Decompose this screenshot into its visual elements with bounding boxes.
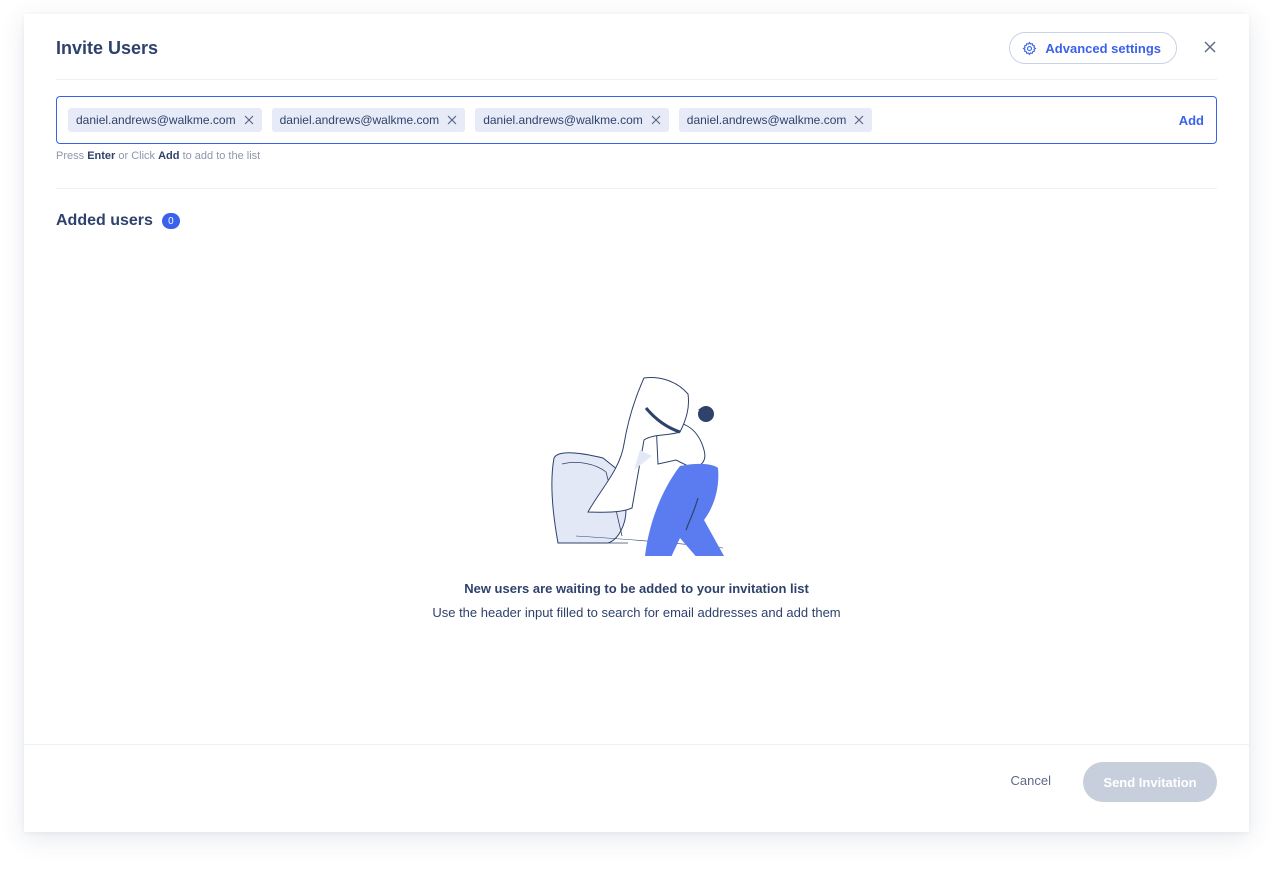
input-hint: Press Enter or Click Add to add to the l… <box>56 150 260 162</box>
dialog-title: Invite Users <box>56 38 159 58</box>
close-icon[interactable] <box>1203 40 1217 54</box>
hint-key-enter: Enter <box>87 150 116 162</box>
remove-chip-icon[interactable] <box>447 115 457 125</box>
email-chip: daniel.andrews@walkme.com <box>678 108 873 132</box>
remove-chip-icon[interactable] <box>651 115 661 125</box>
added-users-count-badge: 0 <box>161 213 180 229</box>
hint-suffix: to add to the list <box>182 150 261 162</box>
invite-users-dialog: Invite Users Advanced settings daniel.an… <box>24 14 1249 832</box>
email-chip-label: daniel.andrews@walkme.com <box>483 113 643 127</box>
advanced-settings-button[interactable]: Advanced settings <box>1009 32 1177 64</box>
remove-chip-icon[interactable] <box>244 115 254 125</box>
email-chip-label: daniel.andrews@walkme.com <box>686 113 847 127</box>
advanced-settings-label: Advanced settings <box>1045 40 1161 56</box>
hint-key-add: Add <box>158 150 180 162</box>
email-chip: daniel.andrews@walkme.com <box>271 108 466 132</box>
email-input-field[interactable]: daniel.andrews@walkme.com daniel.andrews… <box>56 96 1217 144</box>
added-users-header: Added users 0 <box>56 212 180 230</box>
dialog-footer: Cancel Send Invitation <box>24 744 1249 832</box>
email-chip-label: daniel.andrews@walkme.com <box>76 113 236 127</box>
person-holding-paper-illustration <box>551 377 724 556</box>
hint-middle: or Click <box>118 150 156 162</box>
empty-state-title: New users are waiting to be added to you… <box>464 581 809 596</box>
empty-state-subtitle: Use the header input filled to search fo… <box>432 605 841 620</box>
email-chip: daniel.andrews@walkme.com <box>68 108 262 132</box>
added-users-title: Added users <box>56 212 153 229</box>
dialog-header: Invite Users Advanced settings <box>56 14 1217 80</box>
send-invitation-button[interactable]: Send Invitation <box>1083 762 1217 802</box>
cancel-button[interactable]: Cancel <box>1011 773 1051 788</box>
gear-icon <box>1022 41 1037 55</box>
remove-chip-icon[interactable] <box>854 115 864 125</box>
email-chip: daniel.andrews@walkme.com <box>475 108 669 132</box>
email-chip-label: daniel.andrews@walkme.com <box>279 113 440 127</box>
add-email-button[interactable]: Add <box>1179 113 1204 128</box>
section-divider <box>56 188 1217 189</box>
hint-prefix: Press <box>56 150 85 162</box>
